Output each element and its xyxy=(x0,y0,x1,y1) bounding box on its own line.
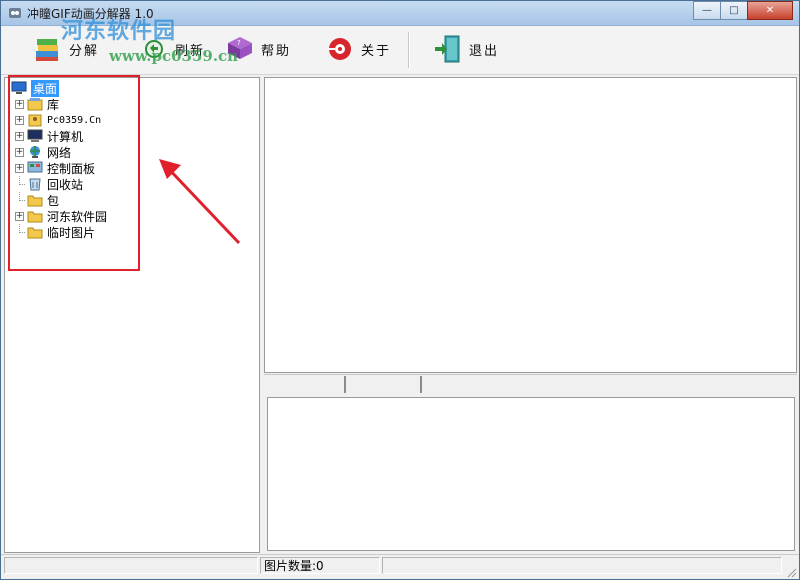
tab-two[interactable] xyxy=(346,376,422,393)
window-controls: — □ ✕ xyxy=(693,1,793,20)
split-books-icon xyxy=(31,32,65,66)
exit-label: 退出 xyxy=(469,43,500,59)
status-image-count: 图片数量:0 xyxy=(260,557,380,574)
watermark-logo-text: 河东软件园 xyxy=(61,18,177,44)
status-cell-right xyxy=(382,557,782,574)
toolbar-separator xyxy=(408,32,410,68)
about-disc-icon xyxy=(323,32,357,66)
annotation-highlight-box xyxy=(8,75,140,271)
watermark-url: www.pc0359.cn xyxy=(109,47,239,65)
frame-tab-strip xyxy=(264,374,797,395)
image-preview-pane[interactable] xyxy=(264,77,797,373)
annotation-arrow-icon xyxy=(159,159,241,245)
tab-one[interactable] xyxy=(264,376,346,393)
resize-grip-icon[interactable] xyxy=(785,566,797,578)
maximize-button[interactable]: □ xyxy=(720,1,748,20)
frame-list-pane[interactable] xyxy=(267,397,795,551)
app-icon xyxy=(7,5,23,21)
exit-door-icon xyxy=(431,32,465,66)
close-icon: ✕ xyxy=(765,5,775,16)
app-window: 冲瞳GIF动画分解器 1.0 — □ ✕ 分解 刷新 ? 帮助 关于 退出 河东… xyxy=(0,0,800,580)
minimize-icon: — xyxy=(702,5,712,16)
maximize-icon: □ xyxy=(729,5,739,16)
status-cell-left xyxy=(4,557,258,574)
help-label: 帮助 xyxy=(261,43,292,59)
about-label: 关于 xyxy=(361,43,392,59)
exit-button[interactable]: 退出 xyxy=(431,32,499,66)
svg-text:?: ? xyxy=(237,39,241,47)
close-button[interactable]: ✕ xyxy=(747,1,793,20)
about-button[interactable]: 关于 xyxy=(323,32,391,66)
status-bar: 图片数量:0 xyxy=(1,554,799,579)
minimize-button[interactable]: — xyxy=(693,1,721,20)
